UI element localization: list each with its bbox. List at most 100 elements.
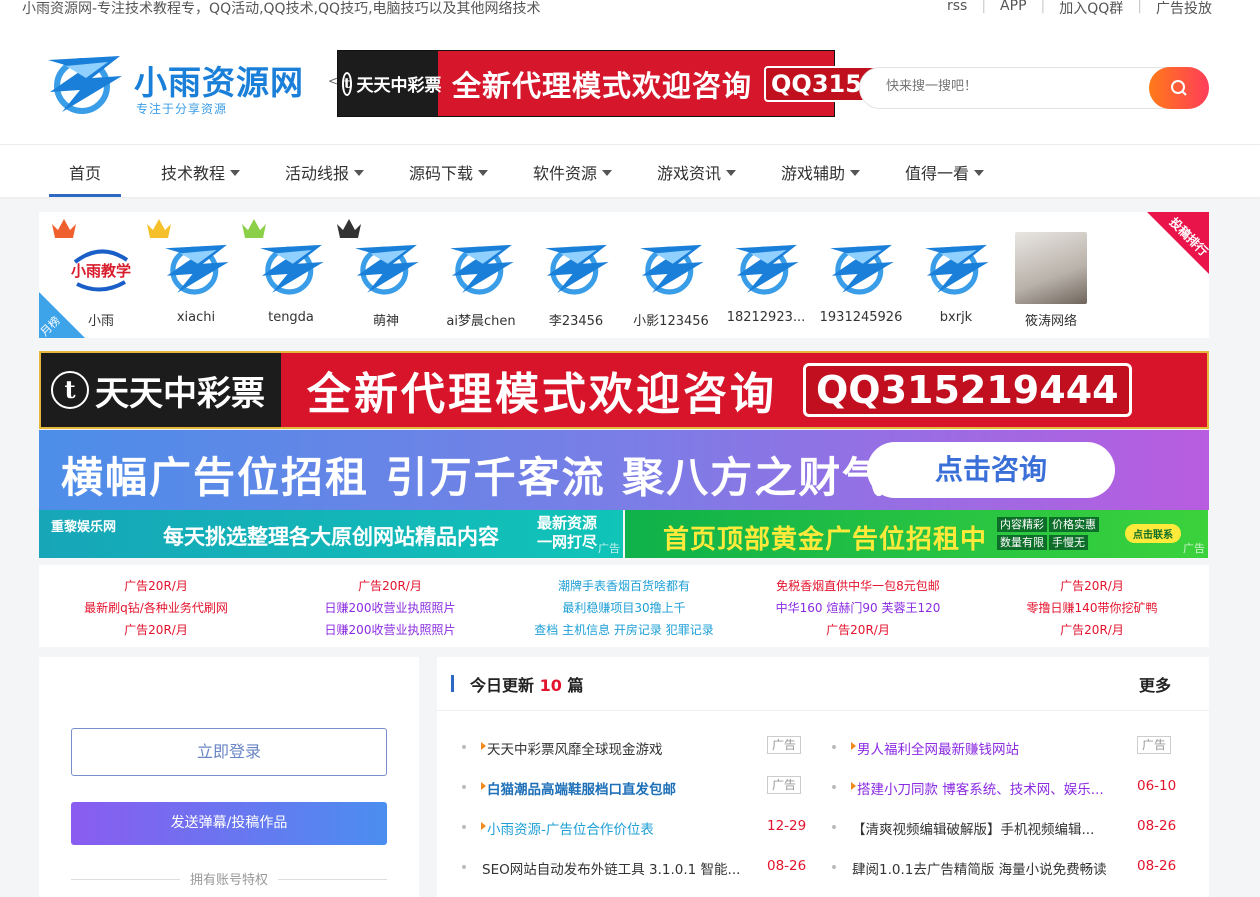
text-ad-column: 广告20R/月 最新刷q钻/各种业务代刷网 广告20R/月	[39, 575, 273, 641]
text-ad-link[interactable]: 广告20R/月	[741, 619, 975, 641]
ranking-user[interactable]: xiachi	[147, 219, 241, 325]
text-ad-link[interactable]: 广告20R/月	[273, 575, 507, 597]
ranking-user[interactable]: ai梦晨chen	[436, 232, 526, 329]
ad-tag: 广告	[598, 542, 620, 555]
tag: 数量有限	[997, 535, 1047, 550]
contributor-ranking: 月榜 投稿排行 小雨教学 小雨 xiachi tengda 萌神 ai梦晨chen 李234…	[39, 212, 1209, 338]
ranking-user[interactable]: 筱涛网络	[1006, 232, 1096, 329]
nav-item-game-news[interactable]: 游戏资讯	[657, 160, 737, 184]
nav-label: 值得一看	[905, 164, 970, 183]
rss-link[interactable]: rss	[933, 0, 981, 18]
nav-item-source-download[interactable]: 源码下载	[409, 160, 489, 184]
ranking-user[interactable]: 1931245926	[816, 232, 906, 325]
site-logo[interactable]: 小雨资源网 专注于分享资源	[42, 50, 322, 120]
nav-label: 首页	[69, 164, 102, 183]
nav-label: 技术教程	[161, 164, 226, 183]
news-date: 08-26	[1137, 818, 1177, 834]
ranking-user[interactable]: bxrjk	[911, 232, 1001, 325]
news-title[interactable]: 白猫潮品高端鞋服档口直发包邮	[487, 778, 757, 798]
gold-ad-banner[interactable]: 首页顶部黄金广告位招租中 内容精彩 价格实惠 数量有限 手慢无 点击联系 广告	[625, 510, 1208, 558]
lottery-mark-icon: t	[342, 71, 353, 96]
header-ad-banner[interactable]: t 天天中彩票 全新代理模式欢迎咨询 QQ315219444	[337, 50, 970, 117]
text-ad-link[interactable]: 广告20R/月	[39, 575, 273, 597]
update-count: 10	[539, 676, 562, 695]
ad-badge: 广告	[1137, 736, 1172, 754]
user-name: 李23456	[548, 314, 604, 329]
contact-button[interactable]: 点击联系	[1125, 524, 1181, 543]
arrow-icon	[481, 742, 486, 750]
avatar	[160, 232, 232, 304]
nav-item-game-assist[interactable]: 游戏辅助	[781, 160, 861, 184]
ranking-user[interactable]: tengda	[242, 219, 336, 325]
text-ad-link[interactable]: 免税香烟直供中华一包8元包邮	[741, 575, 975, 597]
site-description: 小雨资源网-专注技术教程专，QQ活动,QQ技术,QQ技巧,电脑技巧以及其他网络技…	[22, 1, 541, 17]
join-qq-group-link[interactable]: 加入QQ群	[1045, 0, 1137, 18]
bullet-icon	[462, 825, 466, 829]
panel-header: 今日更新 10 篇 更多	[437, 657, 1209, 711]
advertise-link[interactable]: 广告投放	[1142, 0, 1226, 18]
arrow-icon	[851, 742, 856, 750]
rent-ad-banner[interactable]: 横幅广告位招租 引万千客流 聚八方之财气 点击咨询	[39, 430, 1209, 510]
lottery-mark-icon: t	[51, 371, 89, 409]
user-name: 小影123456	[633, 314, 709, 329]
main-nav: 首页 技术教程 活动线报 源码下载 软件资源 游戏资讯 游戏辅助 值得一看	[0, 145, 1260, 197]
banner-tags: 内容精彩 价格实惠 数量有限 手慢无	[997, 516, 1101, 552]
lottery-ad-banner[interactable]: t 天天中彩票 全新代理模式欢迎咨询 QQ315219444	[39, 351, 1209, 429]
bullet-icon	[832, 825, 836, 829]
chongli-ad-banner[interactable]: 重黎娱乐网 每天挑选整理各大原创网站精品内容 最新资源 一网打尽 广告	[39, 510, 623, 558]
search-input[interactable]	[884, 78, 1138, 95]
text-ad-link[interactable]: 日赚200收营业执照照片	[273, 619, 507, 641]
news-title[interactable]: 男人福利全网最新赚钱网站	[857, 738, 1127, 758]
text-ad-column: 潮牌手表香烟百货啥都有 最利稳赚项目30撸上千 查档 主机信息 开房记录 犯罪记录	[507, 575, 741, 641]
text-ad-link[interactable]: 中华160 煊赫门90 芙蓉王120	[741, 597, 975, 619]
nav-item-worth-seeing[interactable]: 值得一看	[905, 160, 985, 184]
caret-down-icon	[354, 170, 365, 176]
avatar	[445, 232, 517, 304]
avatar	[1015, 232, 1087, 304]
news-title[interactable]: 小雨资源-广告位合作价位表	[487, 818, 757, 838]
search-button[interactable]	[1149, 67, 1209, 109]
ranking-user[interactable]: 小雨教学 小雨	[52, 219, 146, 329]
more-link[interactable]: 更多	[1139, 672, 1171, 696]
login-button[interactable]: 立即登录	[71, 728, 387, 776]
ranking-user[interactable]: 18212923...	[721, 232, 811, 325]
user-name: bxrjk	[939, 310, 973, 325]
bullet-icon	[832, 865, 836, 869]
nav-item-home[interactable]: 首页	[69, 160, 101, 184]
news-title[interactable]: 【清爽视频编辑破解版】手机视频编辑...	[852, 818, 1122, 838]
nav-item-software[interactable]: 软件资源	[533, 160, 613, 184]
news-title[interactable]: 搭建小刀同款 博客系统、技术网、娱乐...	[857, 778, 1127, 798]
text-ad-link[interactable]: 潮牌手表香烟百货啥都有	[507, 575, 741, 597]
post-button[interactable]: 发送弹幕/投稿作品	[71, 802, 387, 845]
slogan-line: 最新资源	[537, 514, 598, 532]
ranking-user[interactable]: 小影123456	[626, 232, 716, 329]
app-link[interactable]: APP	[986, 0, 1040, 18]
nav-label: 游戏资讯	[657, 164, 722, 183]
text-ad-link[interactable]: 日赚200收营业执照照片	[273, 597, 507, 619]
text-ad-column: 广告20R/月 零撸日赚140带你挖矿鸭 广告20R/月	[975, 575, 1209, 641]
news-title[interactable]: SEO网站自动发布外链工具 3.1.0.1 智能...	[482, 858, 752, 878]
news-title[interactable]: 肆阅1.0.1去广告精简版 海量小说免费畅读	[852, 858, 1122, 878]
text-ad-link[interactable]: 广告20R/月	[975, 619, 1209, 641]
caret-down-icon	[602, 170, 613, 176]
news-title[interactable]: 天天中彩票风靡全球现金游戏	[487, 738, 757, 758]
nav-item-tutorials[interactable]: 技术教程	[161, 160, 241, 184]
text-ad-link[interactable]: 零撸日赚140带你挖矿鸭	[975, 597, 1209, 619]
text-ad-link[interactable]: 广告20R/月	[975, 575, 1209, 597]
text-ad-link[interactable]: 最新刷q钻/各种业务代刷网	[39, 597, 273, 619]
lottery-brand: 天天中彩票	[95, 373, 265, 414]
news-date: 12-29	[767, 818, 807, 834]
arrow-icon	[481, 822, 486, 830]
text-ad-link[interactable]: 查档 主机信息 开房记录 犯罪记录	[507, 619, 741, 641]
nav-item-activities[interactable]: 活动线报	[285, 160, 365, 184]
caret-down-icon	[850, 170, 861, 176]
text-ad-link[interactable]: 广告20R/月	[39, 619, 273, 641]
title-suffix: 篇	[567, 676, 584, 695]
consult-button[interactable]: 点击咨询	[867, 442, 1115, 498]
text-ad-link[interactable]: 最利稳赚项目30撸上千	[507, 597, 741, 619]
nav-label: 活动线报	[285, 164, 350, 183]
user-name: 18212923...	[726, 310, 806, 325]
ranking-user[interactable]: 李23456	[531, 232, 621, 329]
caret-down-icon	[726, 170, 737, 176]
ranking-user[interactable]: 萌神	[337, 219, 431, 329]
